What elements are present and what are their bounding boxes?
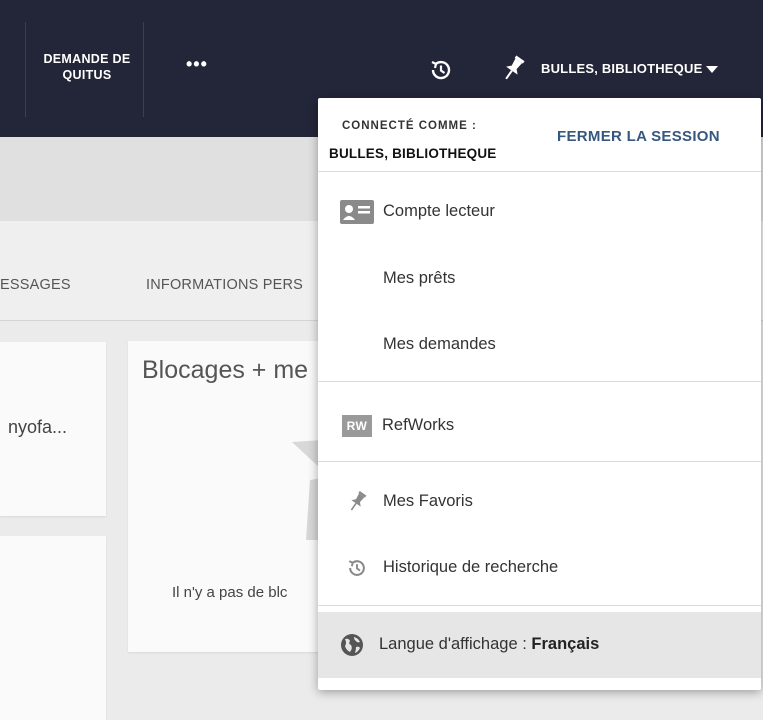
menu-item-language[interactable]: Langue d'affichage : Français (318, 612, 761, 678)
menu-divider (318, 461, 761, 462)
card-blocages-title: Blocages + me (142, 356, 309, 384)
menu-item-label: Mes Favoris (383, 492, 473, 510)
refworks-icon: RW (340, 412, 374, 440)
menu-divider (318, 381, 761, 382)
menu-divider (318, 171, 761, 172)
id-card-icon (340, 198, 374, 226)
menu-item-compte-lecteur[interactable]: Compte lecteur (318, 188, 761, 236)
menu-divider (318, 605, 761, 606)
menu-item-mes-favoris[interactable]: Mes Favoris (318, 478, 761, 526)
menu-item-mes-demandes[interactable]: Mes demandes (318, 321, 761, 369)
card-blocages-empty-text: Il n'y a pas de blc (172, 584, 288, 601)
refworks-badge: RW (342, 415, 372, 437)
menu-item-label: RefWorks (382, 416, 455, 434)
menu-item-label: Mes prêts (383, 269, 456, 287)
tab-messages[interactable]: ESSAGES (0, 277, 71, 293)
nav-divider (143, 22, 144, 117)
menu-item-label: Historique de recherche (383, 558, 559, 576)
menu-item-historique-de-recherche[interactable]: Historique de recherche (318, 544, 761, 592)
menu-item-mes-prets[interactable]: Mes prêts (318, 255, 761, 303)
logout-button[interactable]: FERMER LA SESSION (557, 128, 720, 145)
menu-item-label: Compte lecteur (383, 202, 495, 220)
card-secondary (0, 536, 106, 720)
history-icon (340, 554, 374, 582)
caret-down-icon (706, 66, 719, 74)
user-dropdown-menu: CONNECTÉ COMME : BULLES, BIBLIOTHEQUE FE… (318, 98, 761, 690)
nav-demande-de-quitus[interactable]: DEMANDE DE QUITUS (34, 51, 140, 83)
nav-divider (25, 22, 26, 117)
menu-item-refworks[interactable]: RW RefWorks (318, 402, 761, 450)
globe-icon (340, 633, 364, 662)
card-overview-text: nyofa... (8, 417, 68, 437)
language-value: Français (531, 635, 600, 653)
user-menu-button[interactable]: BULLES, BIBLIOTHEQUE (541, 61, 719, 76)
language-label: Langue d'affichage : (379, 635, 527, 653)
pin-icon[interactable] (499, 53, 527, 85)
pin-icon (340, 488, 374, 516)
connected-user-name: BULLES, BIBLIOTHEQUE (329, 146, 497, 161)
more-options-button[interactable]: ••• (186, 54, 208, 75)
menu-item-label: Mes demandes (383, 335, 496, 353)
history-icon[interactable] (427, 56, 455, 84)
connected-as-label: CONNECTÉ COMME : (342, 120, 477, 132)
language-setting: Langue d'affichage : Français (379, 635, 599, 654)
tab-informations-personnelles[interactable]: INFORMATIONS PERS (146, 277, 303, 293)
user-menu-label: BULLES, BIBLIOTHEQUE (541, 61, 703, 76)
